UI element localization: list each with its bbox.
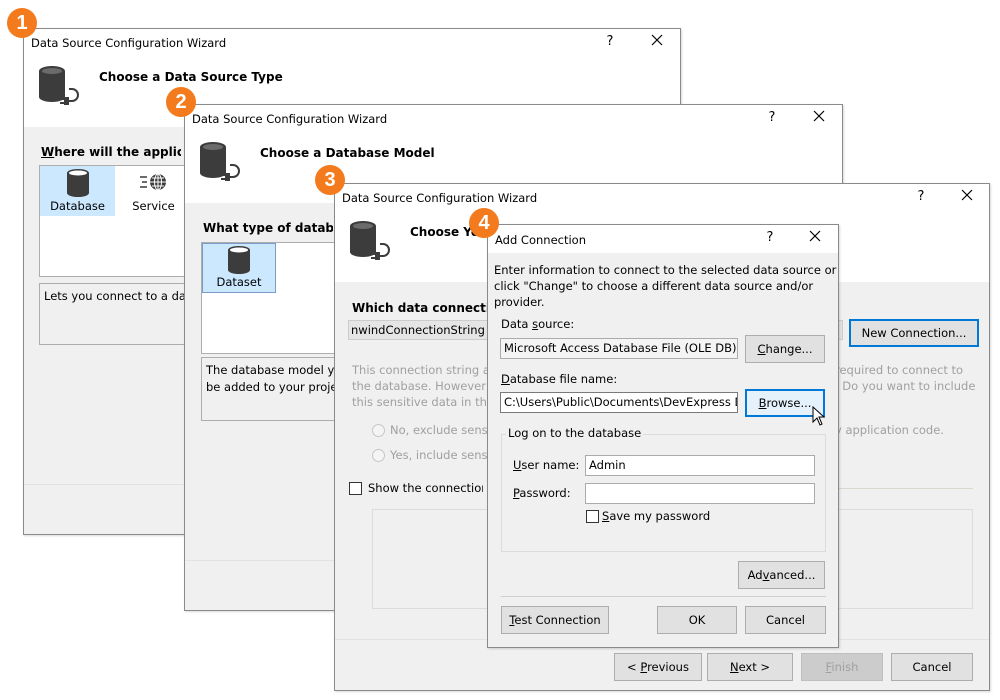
close-icon xyxy=(813,110,825,122)
password-label: Password: xyxy=(513,486,571,500)
title-bar: Add Connection ? xyxy=(488,225,838,253)
close-button[interactable] xyxy=(646,32,668,52)
description-box: The database model you choose determines… xyxy=(201,357,336,421)
include-sensitive-radio[interactable] xyxy=(372,449,385,462)
close-icon xyxy=(809,230,821,242)
title-bar: Data Source Configuration Wizard ? xyxy=(185,105,842,133)
user-name-input[interactable]: Admin xyxy=(585,455,815,476)
title-bar: Data Source Configuration Wizard ? xyxy=(24,29,680,57)
window-title: Data Source Configuration Wizard xyxy=(342,191,538,205)
data-source-type-list[interactable]: Database Service xyxy=(39,165,199,277)
connection-string-divider xyxy=(835,488,973,489)
sensitive-info-text: This connection string ap the database. … xyxy=(352,363,504,409)
list-item-label: Service xyxy=(132,199,175,213)
window-title: Data Source Configuration Wizard xyxy=(192,112,388,126)
step-badge-1: 1 xyxy=(7,8,37,38)
ok-button[interactable]: OK xyxy=(657,606,737,634)
help-button[interactable]: ? xyxy=(762,110,782,125)
database-file-label: Database file name: xyxy=(501,372,618,386)
password-input[interactable] xyxy=(585,483,815,504)
database-connect-icon xyxy=(38,65,86,110)
description-box: Lets you connect to a database and choos… xyxy=(39,283,199,345)
close-icon xyxy=(961,189,973,201)
save-password-label: Save my password xyxy=(602,509,711,523)
list-item-service[interactable]: Service xyxy=(116,166,191,216)
data-source-field: Microsoft Access Database File (OLE DB) xyxy=(500,338,738,359)
exclude-sensitive-radio[interactable] xyxy=(372,424,385,437)
test-connection-button[interactable]: Test Connection xyxy=(501,606,609,634)
close-button[interactable] xyxy=(956,187,978,207)
new-connection-button[interactable]: New Connection... xyxy=(849,319,979,347)
button-divider xyxy=(501,596,826,597)
web-service-icon xyxy=(139,173,166,191)
intro-text: Enter information to connect to the sele… xyxy=(494,263,837,309)
list-item-label: Database xyxy=(50,199,105,213)
window-title: Data Source Configuration Wizard xyxy=(31,36,227,50)
close-icon xyxy=(651,34,663,46)
close-button[interactable] xyxy=(808,108,830,128)
database-icon xyxy=(66,169,89,197)
add-connection-dialog: Add Connection ? Enter information to co… xyxy=(487,224,839,648)
step-badge-4: 4 xyxy=(469,208,499,238)
list-item-label: Dataset xyxy=(216,275,262,289)
question-label: Which data connection should your applic… xyxy=(352,301,492,315)
help-button[interactable]: ? xyxy=(911,189,931,204)
mouse-cursor-icon xyxy=(812,406,826,426)
cancel-button[interactable]: Cancel xyxy=(745,606,826,634)
logon-group-label: Log on to the database xyxy=(506,426,644,440)
show-connection-string-label: Show the connection string that you will… xyxy=(368,481,483,495)
advanced-button[interactable]: Advanced... xyxy=(738,561,825,589)
database-connect-icon xyxy=(349,220,397,265)
title-bar: Data Source Configuration Wizard ? xyxy=(335,184,989,212)
database-icon xyxy=(228,246,250,274)
next-button[interactable]: Next > xyxy=(707,653,793,681)
change-button[interactable]: Change... xyxy=(745,335,825,363)
list-item-database[interactable]: Database xyxy=(40,166,115,216)
question-label: Where will the application get data from… xyxy=(41,145,181,159)
dialog-title: Add Connection xyxy=(495,233,586,247)
database-model-list[interactable]: Dataset xyxy=(201,242,336,354)
exclude-sensitive-label-continued: y application code. xyxy=(835,423,944,437)
previous-button[interactable]: < Previous xyxy=(614,653,702,681)
question-label: What type of database model do you want … xyxy=(203,221,333,235)
database-connect-icon xyxy=(199,141,247,186)
data-source-label: Data source: xyxy=(501,317,575,331)
list-item-dataset[interactable]: Dataset xyxy=(202,243,276,293)
database-file-input[interactable]: C:\Users\Public\Documents\DevExpress Dem… xyxy=(500,392,738,413)
user-name-label: User name: xyxy=(513,458,580,472)
show-connection-string-checkbox[interactable] xyxy=(349,482,362,495)
save-password-checkbox[interactable] xyxy=(586,510,599,523)
finish-button[interactable]: Finish xyxy=(801,653,883,681)
help-button[interactable]: ? xyxy=(760,230,780,245)
close-button[interactable] xyxy=(804,228,826,248)
step-badge-3: 3 xyxy=(315,165,345,195)
page-title: Choose a Database Model xyxy=(260,146,435,160)
exclude-sensitive-label: No, exclude sensit xyxy=(390,423,496,437)
step-badge-2: 2 xyxy=(166,87,196,117)
include-sensitive-label: Yes, include sensit xyxy=(390,448,496,462)
cancel-button[interactable]: Cancel xyxy=(891,653,973,681)
page-title: Choose a Data Source Type xyxy=(99,70,283,84)
help-button[interactable]: ? xyxy=(600,34,620,49)
sensitive-info-text-continued: required to connect to . Do you want to … xyxy=(835,363,976,393)
